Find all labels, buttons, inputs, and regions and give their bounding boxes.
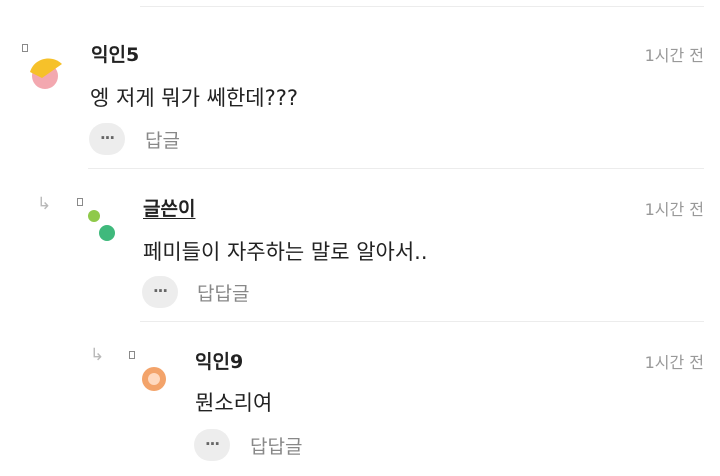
comment-body: 페미들이 자주하는 말로 알아서.. <box>143 240 428 264</box>
comment-time: 1시간 전 <box>644 353 704 372</box>
comment-item: ↳ 글쓴이 1시간 전 페미들이 자주하는 말로 알아서.. ··· 답답글 <box>0 188 720 323</box>
more-options-button[interactable]: ··· <box>142 276 178 308</box>
more-options-button[interactable]: ··· <box>89 123 125 155</box>
reply-button[interactable]: 답답글 <box>197 279 249 306</box>
green-dots-avatar <box>88 210 115 241</box>
reply-arrow-icon: ↳ <box>37 194 52 214</box>
comment-time: 1시간 전 <box>644 200 704 219</box>
comment-body: 엥 저게 뭐가 쎄한데??? <box>90 86 299 110</box>
orange-circle-avatar <box>142 367 166 391</box>
reply-button[interactable]: 답답글 <box>250 432 302 459</box>
comment-author-name[interactable]: 글쓴이 <box>143 194 195 221</box>
comment-author-name[interactable]: 익인9 <box>195 347 243 374</box>
reply-button[interactable]: 답글 <box>145 126 180 153</box>
more-options-button[interactable]: ··· <box>194 429 230 461</box>
comment-item: 익인5 1시간 전 엥 저게 뭐가 쎄한데??? ··· 답글 <box>0 34 720 169</box>
comment-body: 뭔소리여 <box>195 391 273 415</box>
comment-author-name[interactable]: 익인5 <box>91 40 139 67</box>
comment-item: ↳ 익인9 1시간 전 뭔소리여 ··· 답답글 <box>0 341 720 476</box>
divider-top <box>140 6 704 7</box>
comment-time: 1시간 전 <box>644 46 704 65</box>
divider <box>88 168 704 169</box>
yellow-pink-blob-avatar <box>30 58 62 89</box>
reply-arrow-icon: ↳ <box>90 345 105 365</box>
divider <box>140 321 704 322</box>
